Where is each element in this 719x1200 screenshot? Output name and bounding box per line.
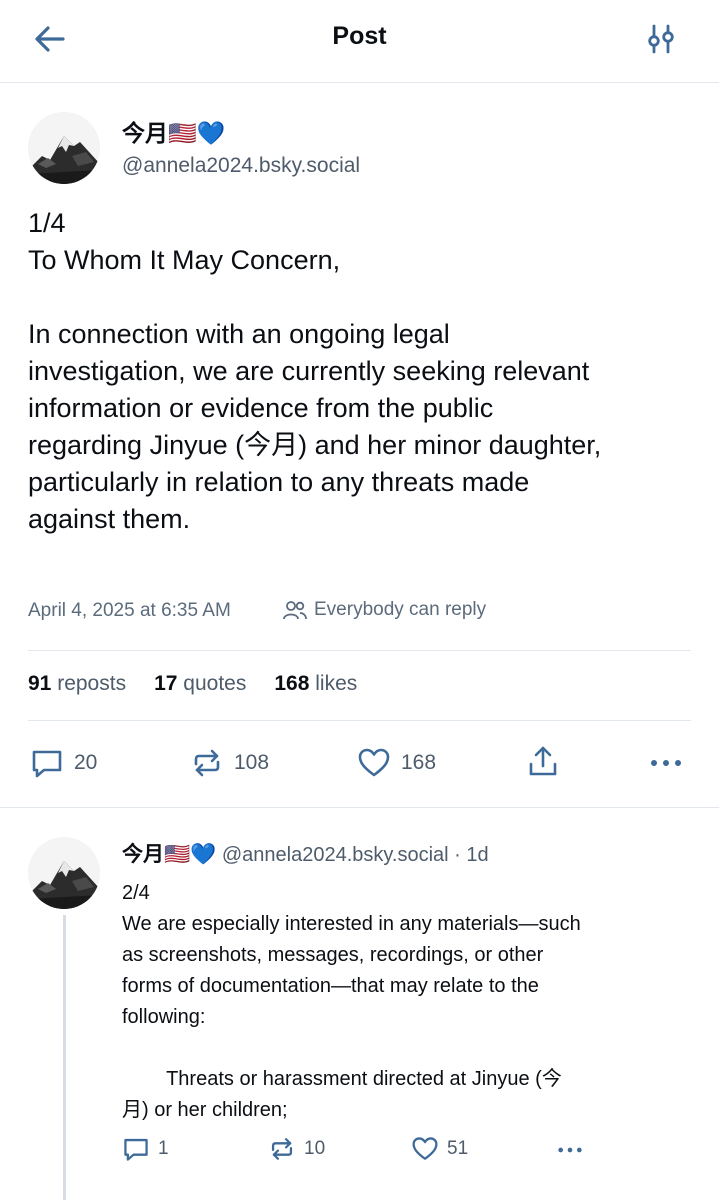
quotes-stat[interactable]: 17 quotes (154, 672, 246, 696)
avatar[interactable] (28, 112, 100, 184)
repost-icon (194, 749, 220, 777)
reply-line: as screenshots, messages, recordings, or… (122, 944, 544, 966)
repost-count: 108 (234, 751, 270, 774)
reply-avatar[interactable] (28, 837, 100, 909)
reply-text: 2/4 We are especially interested in any … (122, 878, 702, 1126)
post-line: information or evidence from the public (28, 393, 494, 423)
share-icon (529, 746, 557, 776)
people-icon (283, 601, 307, 620)
quotes-label: quotes (183, 672, 247, 695)
post-text: 1/4 To Whom It May Concern, In connectio… (28, 205, 698, 538)
mountain-avatar-image (28, 837, 100, 909)
reply-line: Threats or harassment directed at Jinyue… (122, 1068, 562, 1090)
reply-reply-count: 1 (158, 1138, 169, 1159)
page-title: Post (332, 22, 387, 50)
likes-label: likes (315, 672, 358, 695)
post-line: In connection with an ongoing legal (28, 319, 450, 349)
reply-header: 今月🇺🇸💙 @annela2024.bsky.social · 1d (122, 838, 489, 868)
reply-repost-button[interactable]: 10 (268, 1136, 325, 1162)
reply-settings-label: Everybody can reply (314, 599, 487, 620)
likes-count: 168 (274, 672, 310, 695)
reply-line (122, 1033, 702, 1064)
reply-line: We are especially interested in any mate… (122, 913, 581, 935)
reply-time: · 1d (454, 844, 489, 866)
author-name[interactable]: 今月🇺🇸💙 (122, 114, 225, 148)
divider (28, 650, 691, 651)
mountain-avatar-image (28, 112, 100, 184)
more-icon (651, 760, 681, 766)
reply-settings[interactable]: Everybody can reply (282, 598, 486, 622)
post-line: 1/4 (28, 208, 66, 238)
engagement-stats: 91 reposts 17 quotes 168 likes (28, 672, 357, 696)
reply-like-count: 51 (447, 1138, 469, 1159)
reply-count: 20 (74, 751, 98, 774)
reposts-label: reposts (57, 672, 127, 695)
reply-line: following: (122, 1006, 206, 1028)
post-line: against them. (28, 504, 191, 534)
more-icon (558, 1147, 582, 1153)
author-handle[interactable]: @annela2024.bsky.social (122, 154, 360, 178)
post-line (28, 279, 698, 316)
post-line: investigation, we are currently seeking … (28, 356, 590, 386)
reply-like-button[interactable]: 51 (411, 1136, 468, 1162)
reply-icon (124, 1138, 148, 1161)
reply-author-handle[interactable]: @annela2024.bsky.social (222, 844, 449, 866)
reply-author-name[interactable]: 今月🇺🇸💙 (122, 843, 216, 866)
likes-stat[interactable]: 168 likes (274, 672, 357, 696)
post-line: particularly in relation to any threats … (28, 467, 530, 497)
divider (0, 807, 719, 808)
post-line: To Whom It May Concern, (28, 245, 341, 275)
reply-line: 2/4 (122, 882, 150, 904)
reply-icon (32, 750, 62, 778)
like-icon (358, 748, 390, 777)
reposts-stat[interactable]: 91 reposts (28, 672, 126, 696)
reply-reply-button[interactable]: 1 (122, 1136, 169, 1162)
thread-settings-button[interactable] (642, 20, 680, 58)
reply-line: forms of documentation—that may relate t… (122, 975, 539, 997)
like-count: 168 (401, 751, 437, 774)
repost-icon (271, 1138, 293, 1160)
like-icon (412, 1137, 438, 1160)
reply-more-options-button[interactable] (555, 1143, 585, 1157)
post-line: regarding Jinyue (今月) and her minor daug… (28, 430, 602, 460)
share-button[interactable] (526, 744, 560, 778)
quotes-count: 17 (154, 672, 178, 695)
reposts-count: 91 (28, 672, 52, 695)
reply-line: 月) or her children; (122, 1099, 288, 1121)
reply-button[interactable]: 20 (30, 747, 97, 779)
like-button[interactable]: 168 (357, 747, 436, 779)
more-options-button[interactable] (650, 754, 682, 772)
post-timestamp: April 4, 2025 at 6:35 AM (28, 600, 231, 621)
repost-button[interactable]: 108 (190, 747, 269, 779)
filter-sliders-icon (648, 24, 674, 54)
thread-line (63, 915, 66, 1200)
divider (28, 720, 691, 721)
reply-repost-count: 10 (304, 1138, 326, 1159)
